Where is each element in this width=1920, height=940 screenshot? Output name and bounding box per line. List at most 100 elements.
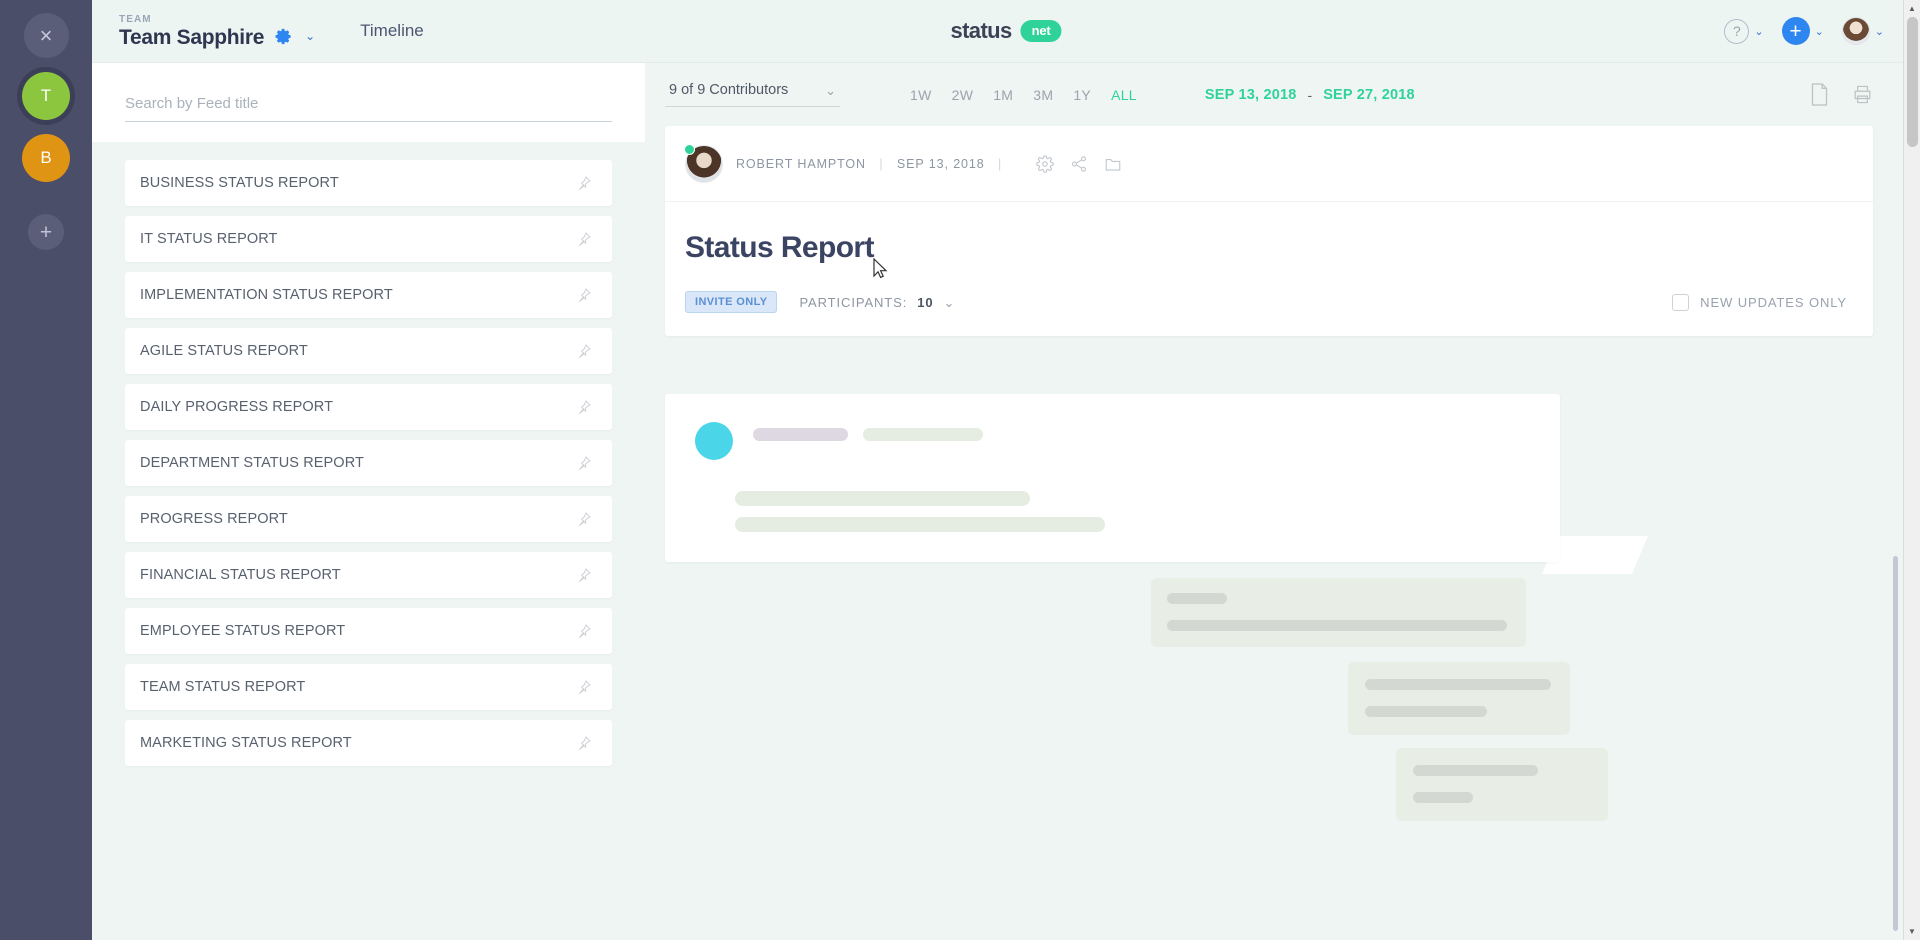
plus-icon: + (40, 222, 52, 243)
skeleton-line (1167, 593, 1227, 604)
feed-title: FINANCIAL STATUS REPORT (140, 567, 341, 583)
date-range: SEP 13, 2018 - SEP 27, 2018 (1205, 87, 1415, 103)
post-avatar[interactable] (685, 145, 723, 183)
top-bar: TEAM Team Sapphire ⌄ Timeline status net (92, 0, 1920, 63)
double-chevron-down-icon[interactable]: ⌄ (944, 296, 956, 309)
skeleton-line (1365, 706, 1487, 717)
create-group: + ⌄ (1782, 17, 1824, 45)
pin-icon[interactable] (576, 231, 592, 247)
gear-icon-post[interactable] (1036, 155, 1054, 173)
skeleton-post-card (665, 394, 1560, 562)
chevron-down-icon-profile[interactable]: ⌄ (1875, 25, 1884, 38)
participants-label: PARTICIPANTS: (799, 295, 907, 310)
pin-icon[interactable] (576, 175, 592, 191)
window-scrollbar[interactable]: ▲ ▼ (1903, 0, 1920, 940)
pin-icon[interactable] (576, 287, 592, 303)
plus-icon-create[interactable]: + (1782, 17, 1810, 45)
app-logo: status net (950, 18, 1061, 44)
folder-icon[interactable] (1104, 155, 1122, 173)
list-item[interactable]: FINANCIAL STATUS REPORT (125, 552, 612, 598)
list-item[interactable]: TEAM STATUS REPORT (125, 664, 612, 710)
status-badge[interactable]: INVITE ONLY (685, 291, 777, 313)
chevron-down-icon-create[interactable]: ⌄ (1815, 25, 1824, 38)
range-3m[interactable]: 3M (1033, 87, 1053, 103)
rail-avatar-t-initial: T (41, 86, 51, 106)
printer-icon[interactable] (1852, 83, 1873, 106)
team-kicker: TEAM (119, 13, 264, 27)
new-updates-checkbox[interactable] (1672, 294, 1689, 311)
feed-title: BUSINESS STATUS REPORT (140, 175, 339, 191)
search-input[interactable] (125, 91, 612, 122)
team-name: Team Sapphire (119, 27, 264, 49)
list-item[interactable]: PROGRESS REPORT (125, 496, 612, 542)
help-group: ? ⌄ (1724, 19, 1763, 44)
skeleton-avatar (695, 422, 733, 460)
share-icon[interactable] (1070, 155, 1088, 173)
list-item[interactable]: DEPARTMENT STATUS REPORT (125, 440, 612, 486)
list-item[interactable]: IT STATUS REPORT (125, 216, 612, 262)
list-item[interactable]: EMPLOYEE STATUS REPORT (125, 608, 612, 654)
participants-count: 10 (917, 295, 933, 310)
body: BUSINESS STATUS REPORT IT STATUS REPORT … (92, 63, 1920, 940)
pin-icon[interactable] (576, 735, 592, 751)
tab-timeline[interactable]: Timeline (360, 21, 424, 41)
pin-icon[interactable] (576, 399, 592, 415)
feed-title: MARKETING STATUS REPORT (140, 735, 352, 751)
left-rail: × T B + (0, 0, 92, 940)
scroll-down-arrow-icon[interactable]: ▼ (1904, 923, 1920, 940)
rail-avatar-t[interactable]: T (22, 72, 70, 120)
list-item[interactable]: MARKETING STATUS REPORT (125, 720, 612, 766)
pin-icon[interactable] (576, 623, 592, 639)
skeleton-line (735, 517, 1105, 532)
pin-icon[interactable] (576, 511, 592, 527)
skeleton-line (1413, 792, 1473, 803)
rail-avatar-b-initial: B (40, 148, 51, 168)
pin-icon[interactable] (576, 679, 592, 695)
loading-skeleton (665, 394, 1873, 821)
range-2w[interactable]: 2W (952, 87, 974, 103)
skeleton-comment-block (1396, 748, 1608, 821)
document-icon[interactable] (1809, 83, 1830, 106)
post-card: ROBERT HAMPTON | SEP 13, 2018 | (665, 126, 1873, 336)
range-all[interactable]: ALL (1111, 87, 1137, 103)
list-item[interactable]: IMPLEMENTATION STATUS REPORT (125, 272, 612, 318)
scroll-up-arrow-icon[interactable]: ▲ (1904, 0, 1920, 17)
add-team-button[interactable]: + (28, 214, 64, 250)
question-mark-icon[interactable]: ? (1724, 19, 1749, 44)
search-wrap (92, 63, 645, 142)
list-item[interactable]: AGILE STATUS REPORT (125, 328, 612, 374)
skeleton-bars (753, 422, 1530, 441)
skeleton-comments (665, 578, 1873, 821)
post-author: ROBERT HAMPTON (736, 157, 866, 171)
pin-icon[interactable] (576, 455, 592, 471)
chevron-down-icon[interactable]: ⌄ (305, 29, 315, 43)
app-root: × T B + TEAM Team Sapphire (0, 0, 1920, 940)
range-1w[interactable]: 1W (910, 87, 932, 103)
main-panel: 9 of 9 Contributors ⌄ 1W 2W 1M 3M 1Y ALL… (645, 63, 1920, 940)
pin-icon[interactable] (576, 343, 592, 359)
date-to[interactable]: SEP 27, 2018 (1323, 87, 1415, 103)
list-item[interactable]: DAILY PROGRESS REPORT (125, 384, 612, 430)
participants[interactable]: PARTICIPANTS: 10 ⌄ (799, 295, 955, 310)
scrollbar-thumb[interactable] (1907, 17, 1918, 147)
contributors-select[interactable]: 9 of 9 Contributors ⌄ (665, 82, 840, 107)
date-from[interactable]: SEP 13, 2018 (1205, 87, 1297, 103)
new-updates-label: NEW UPDATES ONLY (1700, 295, 1847, 310)
rail-avatar-b[interactable]: B (22, 134, 70, 182)
skeleton-line (1365, 679, 1551, 690)
list-item[interactable]: BUSINESS STATUS REPORT (125, 160, 612, 206)
feed-title: DEPARTMENT STATUS REPORT (140, 455, 364, 471)
range-1y[interactable]: 1Y (1073, 87, 1091, 103)
content-scrollbar-thumb[interactable] (1893, 556, 1898, 931)
logo-word: status (950, 18, 1011, 44)
chevron-down-icon-help[interactable]: ⌄ (1754, 25, 1763, 38)
skeleton-line (735, 491, 1030, 506)
close-icon[interactable]: × (24, 13, 69, 58)
feed-title: EMPLOYEE STATUS REPORT (140, 623, 345, 639)
pin-icon[interactable] (576, 567, 592, 583)
range-1m[interactable]: 1M (993, 87, 1013, 103)
avatar[interactable] (1842, 17, 1870, 45)
gear-icon[interactable] (274, 27, 293, 46)
filter-bar: 9 of 9 Contributors ⌄ 1W 2W 1M 3M 1Y ALL… (645, 63, 1920, 126)
new-updates-toggle[interactable]: NEW UPDATES ONLY (1672, 294, 1847, 311)
